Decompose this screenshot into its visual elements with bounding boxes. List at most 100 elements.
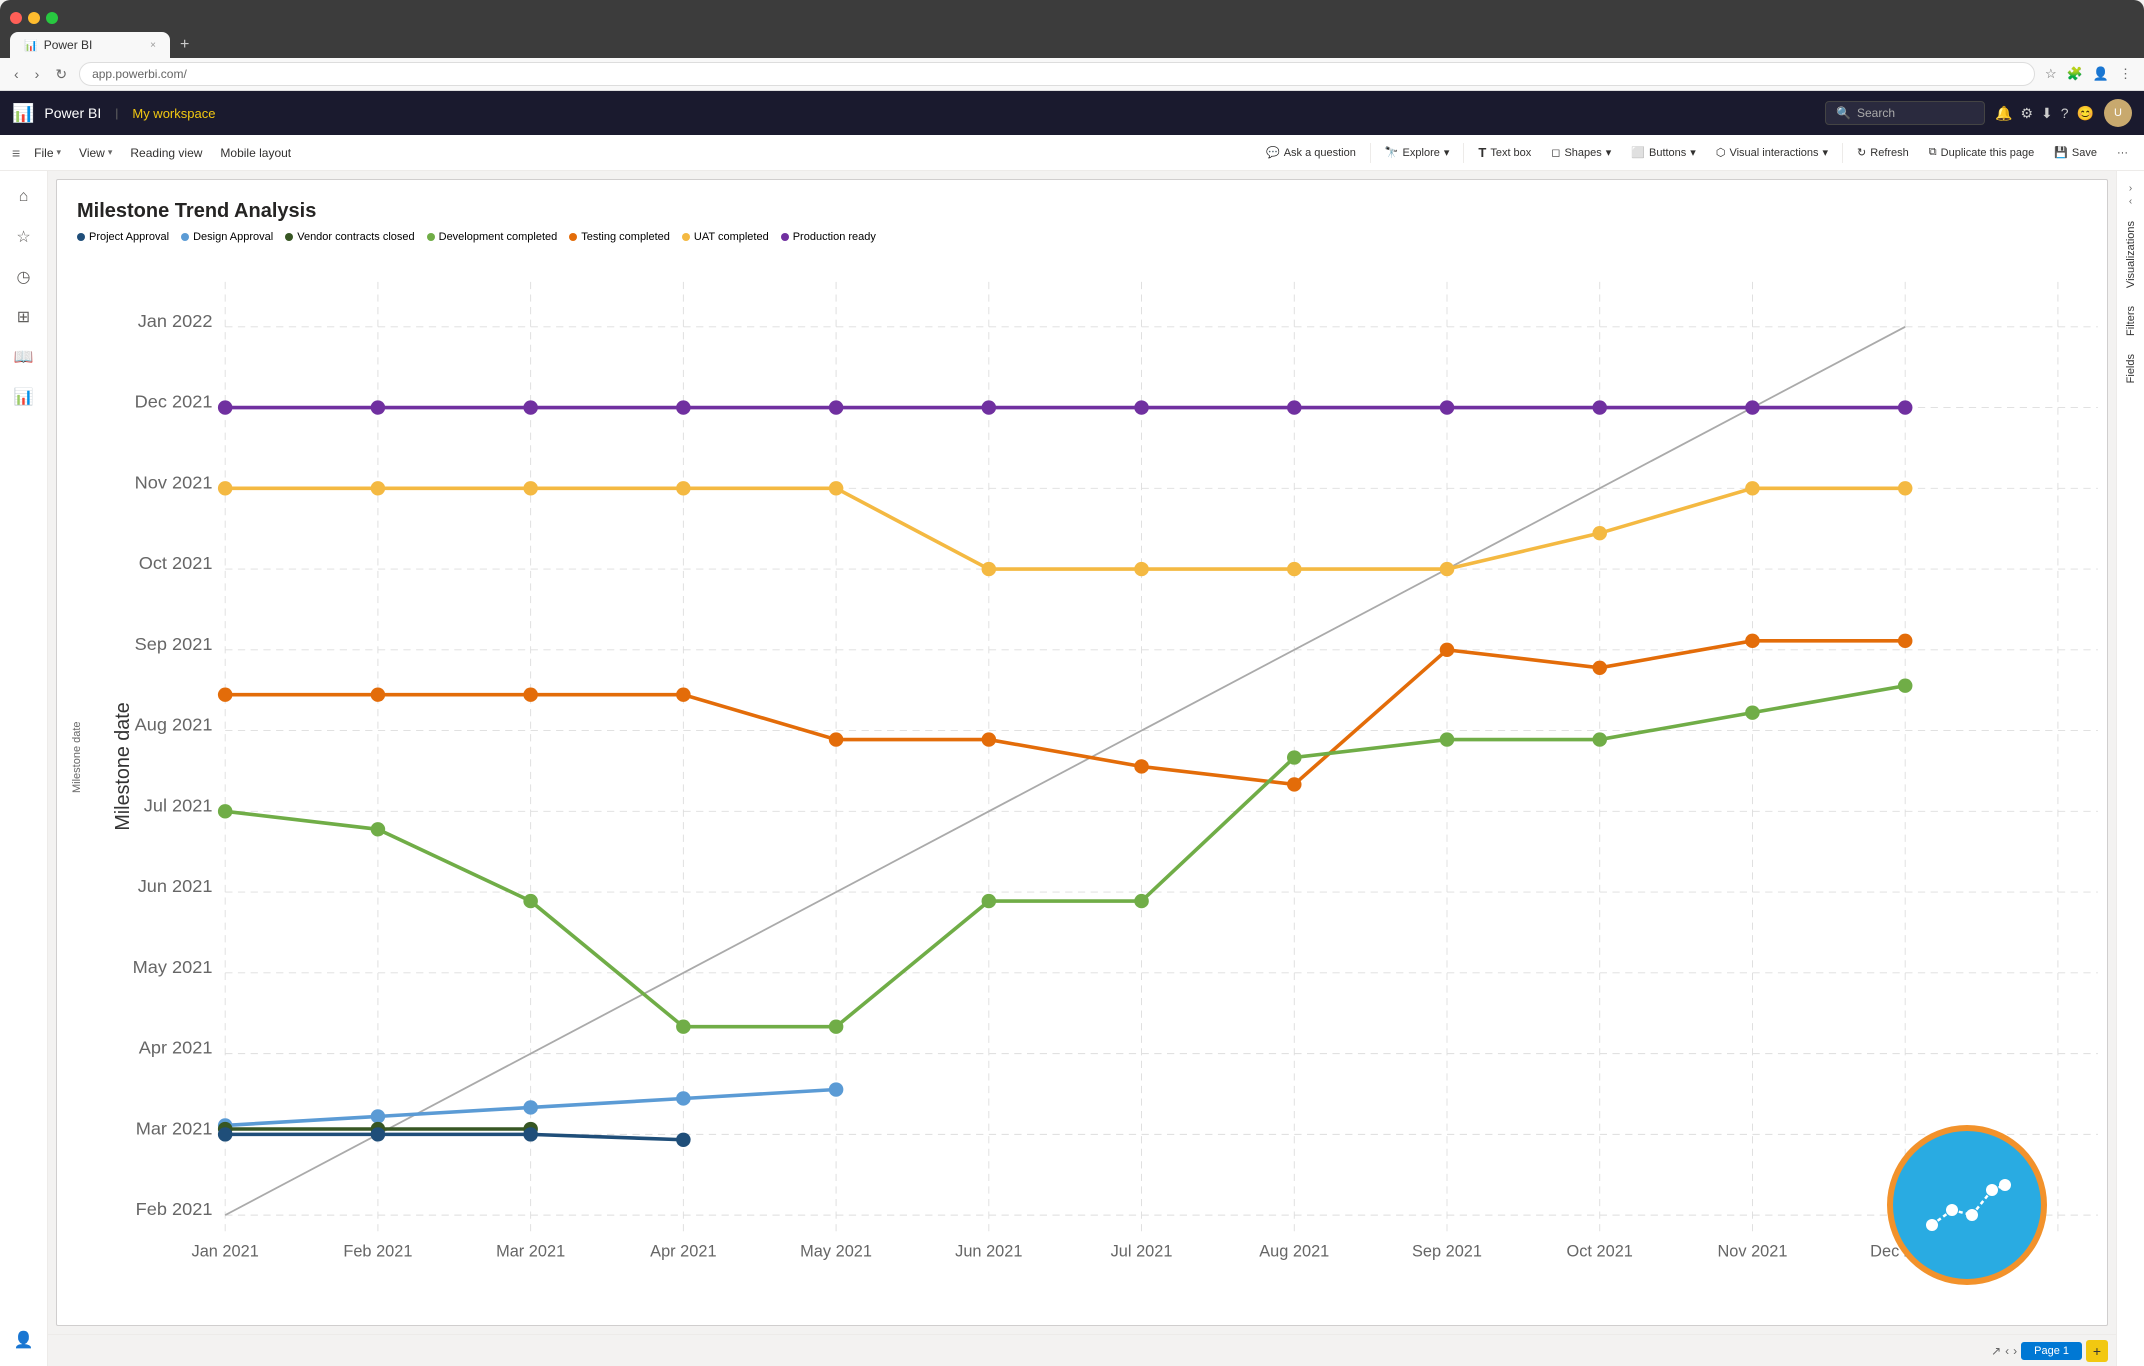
- search-box[interactable]: 🔍 Search: [1825, 101, 1985, 125]
- sidebar-item-apps[interactable]: ⊞: [6, 299, 42, 335]
- tab-favicon-icon: 📊: [24, 39, 38, 52]
- ribbon-visual-interactions[interactable]: ⬡ Visual interactions ▾: [1708, 142, 1836, 163]
- ribbon-view-label: View: [79, 146, 105, 160]
- ask-question-label: Ask a question: [1284, 147, 1356, 159]
- refresh-label: Refresh: [1870, 147, 1909, 159]
- sidebar-item-learn[interactable]: 📖: [6, 339, 42, 375]
- legend-testing-completed: Testing completed: [569, 231, 670, 243]
- dot-maximize[interactable]: [46, 12, 58, 24]
- browser-tabs: 📊 Power BI × +: [10, 32, 2134, 58]
- ribbon-ask-question[interactable]: 💬 Ask a question: [1258, 142, 1364, 163]
- svg-text:Jan 2021: Jan 2021: [192, 1243, 259, 1260]
- page-prev-button[interactable]: ‹: [2005, 1344, 2009, 1358]
- svg-text:Jul 2021: Jul 2021: [144, 795, 213, 815]
- bookmark-button[interactable]: ☆: [2043, 64, 2059, 84]
- svg-text:May 2021: May 2021: [800, 1243, 872, 1260]
- nav-back-button[interactable]: ‹: [10, 64, 23, 84]
- sidebar-item-metrics[interactable]: 📊: [6, 379, 42, 415]
- legend-label-project-approval: Project Approval: [89, 231, 169, 243]
- dot-close[interactable]: [10, 12, 22, 24]
- legend-label-testing-completed: Testing completed: [581, 231, 670, 243]
- ribbon-refresh[interactable]: ↻ Refresh: [1849, 142, 1917, 163]
- explore-icon: 🔭: [1385, 146, 1399, 159]
- ribbon-shapes[interactable]: ◻ Shapes ▾: [1543, 142, 1619, 163]
- nav-forward-button[interactable]: ›: [31, 64, 44, 84]
- left-sidebar: ⌂ ☆ ◷ ⊞ 📖 📊 👤: [0, 171, 48, 1366]
- ribbon-explore[interactable]: 🔭 Explore ▾: [1377, 142, 1458, 163]
- panel-collapse-icon-2[interactable]: ‹: [2129, 196, 2132, 207]
- ribbon-file-label: File: [34, 146, 53, 160]
- notification-icon[interactable]: 🔔: [1995, 105, 2012, 122]
- ribbon-text-box[interactable]: T Text box: [1470, 141, 1539, 164]
- hamburger-icon[interactable]: ≡: [8, 141, 24, 165]
- dot-minimize[interactable]: [28, 12, 40, 24]
- sidebar-item-favorites[interactable]: ☆: [6, 219, 42, 255]
- sidebar-item-recent[interactable]: ◷: [6, 259, 42, 295]
- buttons-chevron: ▾: [1690, 146, 1696, 159]
- page-bar: ↗ ‹ › Page 1 +: [48, 1334, 2116, 1366]
- new-tab-button[interactable]: +: [172, 32, 197, 58]
- ribbon-divider-1: [1370, 143, 1371, 163]
- panel-collapse-icon[interactable]: ›: [2129, 183, 2132, 194]
- chart-container: Milestone Trend Analysis Project Approva…: [57, 180, 2107, 1325]
- workspace-label[interactable]: My workspace: [132, 106, 215, 121]
- ribbon-mobile-layout[interactable]: Mobile layout: [212, 142, 299, 164]
- ribbon-buttons[interactable]: ⬜ Buttons ▾: [1623, 142, 1704, 163]
- ribbon-reading-view[interactable]: Reading view: [122, 142, 210, 164]
- save-label: Save: [2072, 147, 2097, 159]
- page-tab-1[interactable]: Page 1: [2021, 1342, 2082, 1360]
- expand-button[interactable]: ↗: [1991, 1344, 2001, 1358]
- browser-tab-active[interactable]: 📊 Power BI ×: [10, 32, 170, 58]
- filters-panel-label[interactable]: Filters: [2121, 298, 2141, 344]
- duplicate-icon: ⧉: [1929, 146, 1937, 159]
- ribbon-mobile-layout-label: Mobile layout: [220, 146, 291, 160]
- main-area: ⌂ ☆ ◷ ⊞ 📖 📊 👤 Milestone Trend Analysis P…: [0, 171, 2144, 1366]
- tab-title: Power BI: [44, 38, 93, 52]
- add-page-button[interactable]: +: [2086, 1340, 2108, 1362]
- svg-text:Aug 2021: Aug 2021: [135, 715, 213, 735]
- user-avatar[interactable]: U: [2104, 99, 2132, 127]
- legend-uat-completed: UAT completed: [682, 231, 769, 243]
- sidebar-item-profile[interactable]: 👤: [6, 1322, 42, 1358]
- nav-refresh-button[interactable]: ↻: [51, 64, 71, 85]
- tab-close-icon[interactable]: ×: [150, 40, 156, 51]
- settings-icon[interactable]: ⚙: [2020, 105, 2033, 122]
- ribbon-view-chevron: ▾: [108, 147, 113, 158]
- profile-button[interactable]: 👤: [2091, 64, 2111, 84]
- buttons-label: Buttons: [1649, 147, 1686, 159]
- ribbon-view[interactable]: View ▾: [71, 142, 120, 164]
- legend-dot-production-ready: [781, 233, 789, 241]
- legend-label-production-ready: Production ready: [793, 231, 876, 243]
- svg-text:Dec 2021: Dec 2021: [135, 392, 213, 412]
- download-icon[interactable]: ⬇: [2041, 105, 2053, 122]
- svg-text:Nov 2021: Nov 2021: [135, 472, 213, 492]
- extension-button[interactable]: 🧩: [2065, 64, 2085, 84]
- topbar-separator: |: [115, 106, 118, 120]
- chart-title: Milestone Trend Analysis: [77, 200, 2087, 223]
- watermark-icon: [1887, 1125, 2047, 1285]
- shapes-chevron: ▾: [1606, 146, 1612, 159]
- page-next-button[interactable]: ›: [2013, 1344, 2017, 1358]
- browser-dots: [10, 8, 2134, 30]
- help-icon[interactable]: ?: [2061, 105, 2069, 121]
- legend-vendor-contracts: Vendor contracts closed: [285, 231, 414, 243]
- svg-text:Jun 2021: Jun 2021: [138, 876, 213, 896]
- svg-text:Apr 2021: Apr 2021: [650, 1243, 716, 1260]
- ribbon-more[interactable]: ···: [2109, 143, 2136, 163]
- ribbon: ≡ File ▾ View ▾ Reading view Mobile layo…: [0, 135, 2144, 171]
- text-box-icon: T: [1478, 145, 1486, 160]
- menu-button[interactable]: ⋮: [2117, 64, 2134, 84]
- sidebar-item-home[interactable]: ⌂: [6, 179, 42, 215]
- legend-dot-uat-completed: [682, 233, 690, 241]
- ribbon-file[interactable]: File ▾: [26, 142, 69, 164]
- feedback-icon[interactable]: 😊: [2077, 105, 2094, 122]
- shapes-label: Shapes: [1564, 147, 1601, 159]
- ribbon-right-tools: 💬 Ask a question 🔭 Explore ▾ T Text box …: [1258, 141, 2136, 164]
- visualizations-panel-label[interactable]: Visualizations: [2121, 213, 2141, 296]
- ribbon-save[interactable]: 💾 Save: [2046, 142, 2105, 163]
- url-bar[interactable]: app.powerbi.com/: [79, 62, 2035, 86]
- chart-legend: Project Approval Design Approval Vendor …: [77, 231, 2087, 243]
- legend-label-uat-completed: UAT completed: [694, 231, 769, 243]
- ribbon-duplicate[interactable]: ⧉ Duplicate this page: [1921, 142, 2042, 163]
- fields-panel-label[interactable]: Fields: [2121, 346, 2141, 391]
